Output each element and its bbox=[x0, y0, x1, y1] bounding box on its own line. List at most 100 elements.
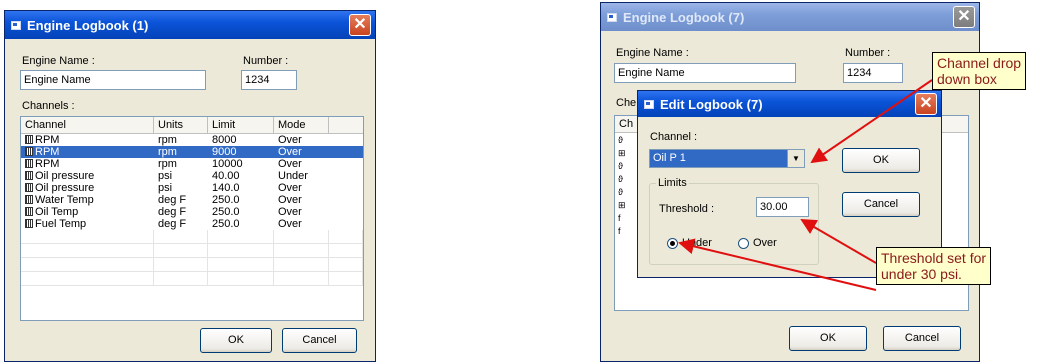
callout-line: down box bbox=[937, 71, 997, 87]
cell-limit: 10000 bbox=[212, 158, 243, 170]
threshold-input[interactable]: 30.00 bbox=[756, 197, 809, 217]
empty-row bbox=[21, 258, 363, 272]
cell-channel: Oil Temp bbox=[21, 206, 154, 218]
app-icon bbox=[11, 20, 21, 30]
close-button[interactable]: ✕ bbox=[915, 93, 937, 115]
cell-units: deg F bbox=[158, 218, 187, 230]
channel-type-icon: ⊞ bbox=[618, 200, 626, 210]
cancel-button[interactable]: Cancel bbox=[282, 328, 357, 353]
column-header-limit[interactable]: Limit bbox=[208, 117, 274, 133]
cell-mode: Over bbox=[278, 218, 302, 230]
table-row[interactable]: RPM rpm 10000 Over bbox=[21, 158, 363, 170]
channel-type-icon: f bbox=[618, 213, 621, 223]
under-radio-label: Under bbox=[682, 237, 712, 249]
cell-mode: Over bbox=[278, 146, 302, 158]
channel-type-icon: ϑ bbox=[618, 135, 623, 145]
cell-text: Oil Temp bbox=[35, 206, 79, 218]
column-header-channel[interactable]: Channel bbox=[21, 117, 154, 133]
table-row[interactable]: RPM rpm 9000 Over bbox=[21, 146, 363, 158]
channel-dropdown[interactable]: Oil P 1 ▼ bbox=[649, 149, 805, 168]
over-radio[interactable]: Over bbox=[738, 237, 777, 249]
channel-dropdown-value: Oil P 1 bbox=[653, 152, 686, 164]
cancel-button[interactable]: Cancel bbox=[842, 192, 920, 217]
over-radio-label: Over bbox=[753, 237, 777, 249]
radio-selected-icon bbox=[667, 237, 678, 249]
column-header-mode[interactable]: Mode bbox=[274, 117, 329, 133]
app-icon bbox=[607, 12, 617, 22]
engine-name-label: Engine Name : bbox=[616, 47, 689, 59]
channel-type-icon: ⊞ bbox=[618, 148, 626, 158]
gauge-icon bbox=[25, 207, 33, 216]
gauge-icon bbox=[25, 195, 33, 204]
gauge-icon bbox=[25, 135, 33, 144]
channels-list[interactable]: Channel Units Limit Mode RPM rpm 8000 Over R… bbox=[20, 116, 364, 321]
number-input[interactable]: 1234 bbox=[843, 63, 903, 83]
channel-label: Channel : bbox=[650, 131, 698, 143]
chevron-down-icon[interactable]: ▼ bbox=[787, 150, 804, 167]
close-button[interactable]: ✕ bbox=[349, 14, 371, 36]
cancel-button[interactable]: Cancel bbox=[883, 326, 961, 351]
column-header-units[interactable]: Units bbox=[154, 117, 208, 133]
title-bar[interactable]: Engine Logbook (7) ✕ bbox=[601, 3, 979, 31]
close-button[interactable]: ✕ bbox=[953, 6, 975, 28]
ok-button[interactable]: OK bbox=[200, 328, 272, 353]
cell-mode: Over bbox=[278, 206, 302, 218]
table-row[interactable]: Fuel Temp deg F 250.0 Over bbox=[21, 218, 363, 230]
gauge-icon bbox=[25, 219, 33, 228]
list-rows: RPM rpm 8000 Over RPM rpm 9000 Over RPM rpm 10000 O… bbox=[21, 134, 363, 286]
table-row[interactable]: Water Temp deg F 250.0 Over bbox=[21, 194, 363, 206]
ok-button[interactable]: OK bbox=[789, 326, 867, 351]
cell-text: Fuel Temp bbox=[35, 218, 87, 230]
cell-limit: 9000 bbox=[212, 146, 237, 158]
title-bar[interactable]: Engine Logbook (1) ✕ bbox=[5, 11, 375, 39]
threshold-label: Threshold : bbox=[659, 203, 715, 215]
channel-dropdown-callout: Channel drop down box bbox=[932, 52, 1027, 90]
close-icon: ✕ bbox=[919, 95, 933, 112]
engine-name-input[interactable]: Engine Name bbox=[20, 70, 206, 90]
cell-text: Oil pressure bbox=[35, 182, 95, 194]
channel-type-icon: ϑ bbox=[618, 161, 623, 171]
cell-text: Water Temp bbox=[35, 194, 94, 206]
cell-channel: RPM bbox=[21, 158, 154, 170]
number-input[interactable]: 1234 bbox=[241, 70, 297, 90]
under-radio[interactable]: Under bbox=[667, 237, 712, 249]
cell-channel: Oil pressure bbox=[21, 182, 154, 194]
callout-line: Channel drop bbox=[937, 55, 1022, 71]
channel-type-icon: ϑ bbox=[618, 174, 623, 184]
empty-row bbox=[21, 230, 363, 244]
cell-channel: Water Temp bbox=[21, 194, 154, 206]
callout-line: Threshold set for bbox=[881, 250, 987, 266]
cell-units: rpm bbox=[158, 158, 177, 170]
table-row[interactable]: RPM rpm 8000 Over bbox=[21, 134, 363, 146]
title-bar[interactable]: Edit Logbook (7) ✕ bbox=[638, 91, 941, 117]
cell-mode: Over bbox=[278, 158, 302, 170]
ok-button[interactable]: OK bbox=[842, 148, 920, 173]
cell-channel: RPM bbox=[21, 134, 154, 146]
cell-mode: Over bbox=[278, 194, 302, 206]
channels-label: Channels : bbox=[22, 100, 75, 112]
cell-limit: 250.0 bbox=[212, 194, 240, 206]
table-row[interactable]: Oil pressure psi 140.0 Over bbox=[21, 182, 363, 194]
cell-units: deg F bbox=[158, 206, 187, 218]
channels-label: Che bbox=[616, 97, 637, 109]
window-title: Engine Logbook (1) bbox=[27, 17, 149, 33]
window-title: Engine Logbook (7) bbox=[623, 9, 745, 25]
gauge-icon bbox=[25, 159, 33, 168]
cell-text: RPM bbox=[35, 158, 60, 170]
channel-type-icon: ϑ bbox=[618, 187, 623, 197]
engine-name-label: Engine Name : bbox=[22, 55, 95, 67]
cell-limit: 8000 bbox=[212, 134, 237, 146]
window-title: Edit Logbook (7) bbox=[660, 96, 763, 112]
cell-text: RPM bbox=[35, 146, 60, 158]
radio-unselected-icon bbox=[738, 237, 749, 249]
list-header: Channel Units Limit Mode bbox=[21, 117, 363, 134]
cell-limit: 140.0 bbox=[212, 182, 240, 194]
cell-text: Oil pressure bbox=[35, 170, 95, 182]
number-label: Number : bbox=[243, 55, 289, 67]
number-label: Number : bbox=[845, 47, 891, 59]
table-row[interactable]: Oil pressure psi 40.00 Under bbox=[21, 170, 363, 182]
cell-mode: Over bbox=[278, 134, 302, 146]
engine-name-input[interactable]: Engine Name bbox=[614, 63, 796, 83]
limits-label: Limits bbox=[656, 177, 689, 189]
table-row[interactable]: Oil Temp deg F 250.0 Over bbox=[21, 206, 363, 218]
